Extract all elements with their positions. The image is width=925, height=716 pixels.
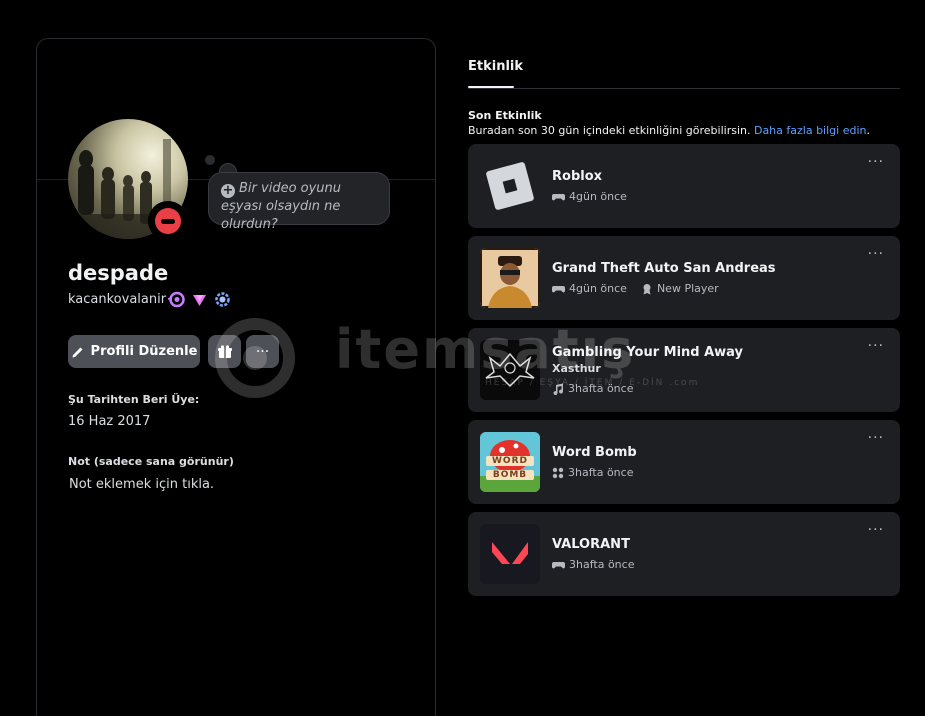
boost-badge-icon[interactable] xyxy=(191,291,208,308)
activity-name: Grand Theft Auto San Andreas xyxy=(552,261,776,276)
pencil-icon xyxy=(72,347,83,357)
tabs-divider xyxy=(468,88,900,89)
display-name: despade xyxy=(68,261,169,285)
activity-name: Roblox xyxy=(552,169,603,184)
activity-name: Gambling Your Mind Away xyxy=(552,345,744,360)
badges xyxy=(168,291,231,308)
achievement-text: New Player xyxy=(656,282,719,295)
edit-profile-label: Profili Düzenle xyxy=(90,344,198,359)
activity-card-music[interactable]: Gambling Your Mind Away Xasthur 3hafta ö… xyxy=(468,328,900,412)
activity-time: 4gün önce xyxy=(569,282,627,295)
roblox-logo-icon xyxy=(480,156,540,216)
word-bomb-art-text-top: WORD xyxy=(486,456,534,466)
activity-card-valorant[interactable]: VALORANT 3hafta önce ··· xyxy=(468,512,900,596)
add-icon: + xyxy=(221,183,235,198)
valorant-logo-icon xyxy=(480,524,540,584)
more-options-button[interactable]: ··· xyxy=(246,335,279,368)
activity-artist: Xasthur xyxy=(552,362,601,375)
activity-time: 4gün önce xyxy=(569,190,627,203)
nitro-badge-icon[interactable] xyxy=(168,291,185,308)
activity-card-word-bomb[interactable]: WORD BOMB Word Bomb 3hafta önce ··· xyxy=(468,420,900,504)
activity-meta: 3hafta önce xyxy=(552,558,634,571)
thought-bubble-dot-small xyxy=(205,155,215,165)
activity-meta: 4gün önce New Player xyxy=(552,282,719,295)
music-note-icon xyxy=(553,383,564,395)
recent-activity-period: . xyxy=(866,124,870,137)
status-dnd-indicator xyxy=(148,201,188,241)
edit-profile-button[interactable]: Profili Düzenle xyxy=(68,335,200,368)
activity-card-roblox[interactable]: Roblox 4gün önce ··· xyxy=(468,144,900,228)
activity-menu-button[interactable]: ··· xyxy=(868,154,884,170)
word-bomb-logo-icon: WORD BOMB xyxy=(480,432,540,492)
activity-menu-button[interactable]: ··· xyxy=(868,522,884,538)
gta-sa-cover-icon xyxy=(480,248,540,308)
tab-activity[interactable]: Etkinlik xyxy=(468,59,523,74)
activity-meta: 3hafta önce xyxy=(552,382,633,395)
recent-activity-title: Son Etkinlik xyxy=(468,109,542,122)
activity-menu-button[interactable]: ··· xyxy=(868,246,884,262)
learn-more-link[interactable]: Daha fazla bilgi edin xyxy=(754,124,867,137)
album-art-icon xyxy=(480,340,540,400)
profile-card: + Bir video oyunu eşyası olsaydın ne olur… xyxy=(36,38,436,716)
activity-card-gta-sa[interactable]: Grand Theft Auto San Andreas 4gün önce N… xyxy=(468,236,900,320)
activity-time: 3hafta önce xyxy=(568,466,634,479)
gamepad-icon xyxy=(552,194,565,201)
ellipsis-icon: ··· xyxy=(255,343,270,360)
achievement-icon xyxy=(643,283,651,294)
note-label: Not (sadece sana görünür) xyxy=(68,455,234,468)
gift-button[interactable] xyxy=(208,335,241,368)
recent-activity-description: Buradan son 30 gün içindeki etkinliğini … xyxy=(468,124,870,137)
activity-meta: 4gün önce xyxy=(552,190,627,203)
thought-bubble[interactable]: + Bir video oyunu eşyası olsaydın ne olur… xyxy=(208,172,390,232)
quest-badge-icon[interactable] xyxy=(214,291,231,308)
member-since-label: Şu Tarihten Beri Üye: xyxy=(68,393,200,406)
activity-name: Word Bomb xyxy=(552,445,637,460)
note-input[interactable]: Not eklemek için tıkla. xyxy=(69,477,214,492)
activity-icon xyxy=(552,467,564,478)
activity-name: VALORANT xyxy=(552,537,630,552)
thought-bubble-text: Bir video oyunu eşyası olsaydın ne olurd… xyxy=(221,181,342,232)
gift-icon xyxy=(217,344,232,358)
gamepad-icon xyxy=(552,562,565,569)
activity-time: 3hafta önce xyxy=(569,558,635,571)
member-since-value: 16 Haz 2017 xyxy=(68,414,151,429)
activity-time: 3hafta önce xyxy=(568,382,634,395)
recent-activity-text: Buradan son 30 gün içindeki etkinliğini … xyxy=(468,124,751,137)
gamepad-icon xyxy=(552,286,565,293)
activity-meta: 3hafta önce xyxy=(552,466,633,479)
username[interactable]: kacankovalanir xyxy=(68,292,166,307)
activity-menu-button[interactable]: ··· xyxy=(868,430,884,446)
activity-achievement: New Player xyxy=(641,282,719,295)
word-bomb-art-text-bottom: BOMB xyxy=(486,470,534,480)
activity-menu-button[interactable]: ··· xyxy=(868,338,884,354)
